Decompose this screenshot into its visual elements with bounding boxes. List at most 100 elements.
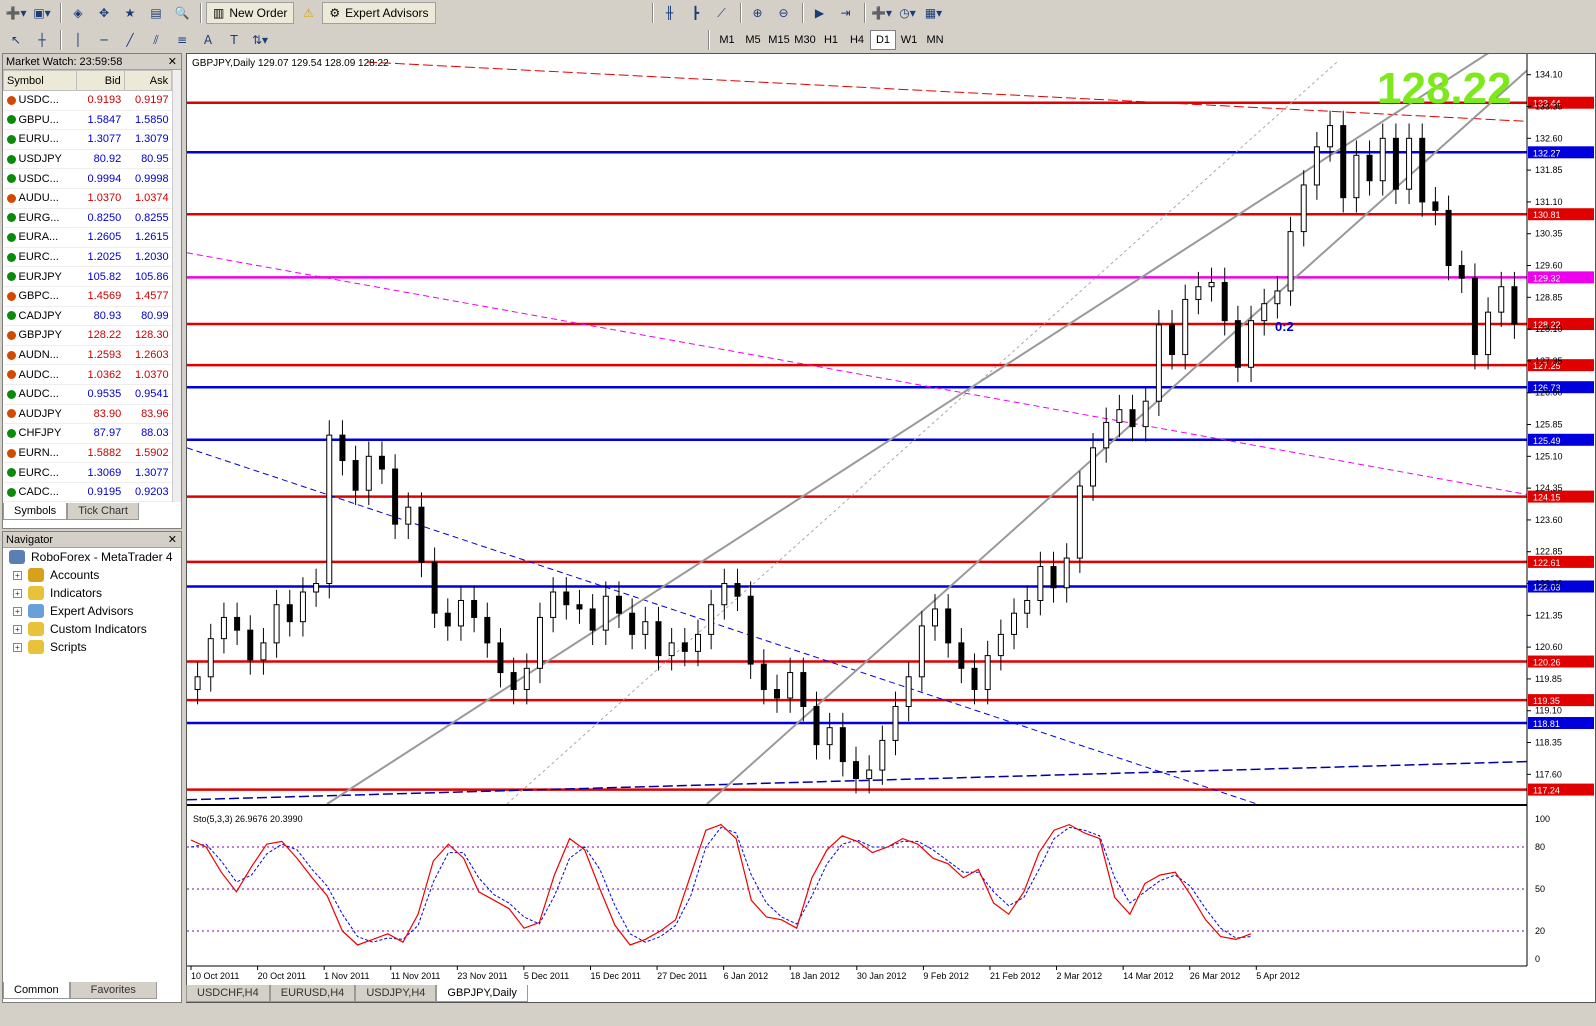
new-order-icon: ▥ xyxy=(213,6,225,20)
tf-m1[interactable]: M1 xyxy=(714,30,740,50)
chart-window[interactable]: 133.44 132.27 130.81 129.32 128.22 127.25 126.… xyxy=(186,53,1596,1003)
crosshair-icon[interactable]: ┼ xyxy=(30,29,54,51)
trendline-icon[interactable]: ╱ xyxy=(118,29,142,51)
market-watch-row[interactable]: EURN... 1.5882 1.5902 xyxy=(3,443,172,464)
market-watch-scrollbar[interactable] xyxy=(172,70,181,503)
symbol-cell: GBPJPY xyxy=(3,325,77,346)
tf-d1[interactable]: D1 xyxy=(870,30,896,50)
expand-icon[interactable]: + xyxy=(13,570,22,580)
text-label-icon[interactable]: T xyxy=(222,29,246,51)
market-watch-row[interactable]: EURC... 1.2025 1.2030 xyxy=(3,247,172,268)
indicators-icon[interactable]: ➕▾ xyxy=(870,2,894,24)
market-watch-row[interactable]: CADC... 0.9195 0.9203 xyxy=(3,482,172,503)
col-ask[interactable]: Ask xyxy=(123,70,173,91)
market-watch-row[interactable]: EURG... 0.8250 0.8255 xyxy=(3,208,172,229)
x-tick-label: 6 Jan 2012 xyxy=(724,971,769,981)
tab-tick-chart[interactable]: Tick Chart xyxy=(67,503,139,520)
chart-shift-icon[interactable]: ⇥ xyxy=(834,2,858,24)
tf-m15[interactable]: M15 xyxy=(766,30,792,50)
market-watch-row[interactable]: GBPU... 1.5847 1.5850 xyxy=(3,110,172,131)
strategy-tester-icon[interactable]: 🔍 xyxy=(170,2,194,24)
market-watch-icon[interactable]: ◈ xyxy=(66,2,90,24)
chart-tab-usdjpy[interactable]: USDJPY,H4 xyxy=(355,985,437,1002)
profiles-icon[interactable]: ▣▾ xyxy=(30,2,54,24)
candle-body xyxy=(378,455,385,470)
market-watch-row[interactable]: AUDC... 1.0362 1.0370 xyxy=(3,364,172,385)
periods-icon[interactable]: ◷▾ xyxy=(896,2,920,24)
market-watch-row[interactable]: EURU... 1.3077 1.3079 xyxy=(3,129,172,150)
candle-body xyxy=(444,612,451,627)
equidistant-channel-icon[interactable]: ⫽ xyxy=(144,29,168,51)
nav-root[interactable]: RoboForex - MetaTrader 4 xyxy=(3,548,181,566)
close-icon[interactable]: ✕ xyxy=(168,532,177,548)
new-chart-icon[interactable]: ➕▾ xyxy=(4,2,28,24)
ask-cell: 80.99 xyxy=(124,306,172,327)
tab-symbols[interactable]: Symbols xyxy=(3,503,68,520)
tab-favorites[interactable]: Favorites xyxy=(69,982,157,999)
market-watch-row[interactable]: AUDC... 0.9535 0.9541 xyxy=(3,384,172,405)
market-watch-row[interactable]: CADJPY 80.93 80.99 xyxy=(3,306,172,327)
price-chart[interactable]: 133.44132.27130.81129.32128.22127.25126.… xyxy=(187,54,1595,984)
vertical-line-icon[interactable]: │ xyxy=(66,29,90,51)
expand-icon[interactable]: + xyxy=(13,588,22,598)
market-watch-row[interactable]: AUDN... 1.2593 1.2603 xyxy=(3,345,172,366)
y-tick-label: 131.85 xyxy=(1535,165,1563,175)
line-chart-icon[interactable]: ⟋ xyxy=(710,2,734,24)
market-watch-row[interactable]: GBPJPY 128.22 128.30 xyxy=(3,325,172,346)
navigator-icon[interactable]: ★ xyxy=(118,2,142,24)
candle-body xyxy=(1432,201,1439,211)
data-window-icon[interactable]: ✥ xyxy=(92,2,116,24)
market-watch-row[interactable]: EURC... 1.3069 1.3077 xyxy=(3,462,172,483)
templates-icon[interactable]: ▦▾ xyxy=(922,2,946,24)
tf-m5[interactable]: M5 xyxy=(740,30,766,50)
autoscroll-icon[interactable]: ▶ xyxy=(808,2,832,24)
market-watch-row[interactable]: USDC... 0.9193 0.9197 xyxy=(3,90,172,111)
chart-tab-usdchf[interactable]: USDCHF,H4 xyxy=(186,985,270,1002)
y-tick-label: 118.35 xyxy=(1535,738,1562,748)
market-watch-row[interactable]: AUDU... 1.0370 1.0374 xyxy=(3,188,172,209)
nav-expert-advisors[interactable]: + Expert Advisors xyxy=(3,602,181,620)
expand-icon[interactable]: + xyxy=(13,642,22,652)
fibonacci-icon[interactable]: ≡ xyxy=(170,29,194,51)
tf-h4[interactable]: H4 xyxy=(844,30,870,50)
zoom-out-icon[interactable]: ⊖ xyxy=(772,2,796,24)
terminal-icon[interactable]: ▤ xyxy=(144,2,168,24)
market-watch-row[interactable]: USDC... 0.9994 0.9998 xyxy=(3,168,172,189)
nav-scripts[interactable]: + Scripts xyxy=(3,638,181,656)
text-icon[interactable]: A xyxy=(196,29,220,51)
symbol-cell: AUDN... xyxy=(3,345,77,366)
nav-custom-indicators[interactable]: + Custom Indicators xyxy=(3,620,181,638)
tf-w1[interactable]: W1 xyxy=(896,30,922,50)
nav-indicators[interactable]: + Indicators xyxy=(3,584,181,602)
horizontal-line-icon[interactable]: ─ xyxy=(92,29,116,51)
candle-body xyxy=(457,599,464,627)
nav-accounts[interactable]: + Accounts xyxy=(3,566,181,584)
chart-tab-gbpjpy[interactable]: GBPJPY,Daily xyxy=(436,985,528,1002)
market-watch-row[interactable]: USDJPY 80.92 80.95 xyxy=(3,149,172,170)
market-watch-row[interactable]: GBPC... 1.4569 1.4577 xyxy=(3,286,172,307)
market-watch-row[interactable]: CHFJPY 87.97 88.03 xyxy=(3,423,172,444)
tf-mn[interactable]: MN xyxy=(922,30,948,50)
expand-icon[interactable]: + xyxy=(13,606,22,616)
metaeditor-icon[interactable]: ⚠ xyxy=(296,2,320,24)
arrows-icon[interactable]: ⇅▾ xyxy=(248,29,272,51)
close-icon[interactable]: ✕ xyxy=(168,54,177,70)
zoom-in-icon[interactable]: ⊕ xyxy=(746,2,770,24)
tab-common[interactable]: Common xyxy=(3,982,70,999)
market-watch-row[interactable]: AUDJPY 83.90 83.96 xyxy=(3,404,172,425)
candlestick-icon[interactable]: ┣ xyxy=(684,2,708,24)
market-watch-row[interactable]: EURJPY 105.82 105.86 xyxy=(3,266,172,287)
arrow-up-icon xyxy=(6,233,16,243)
tf-h1[interactable]: H1 xyxy=(818,30,844,50)
market-watch-row[interactable]: EURA... 1.2605 1.2615 xyxy=(3,227,172,248)
candle-body xyxy=(945,608,952,644)
chart-tab-eurusd[interactable]: EURUSD,H4 xyxy=(269,985,356,1002)
col-symbol[interactable]: Symbol xyxy=(2,70,78,91)
col-bid[interactable]: Bid xyxy=(76,70,125,91)
tf-m30[interactable]: M30 xyxy=(792,30,818,50)
new-order-button[interactable]: ▥ New Order xyxy=(206,2,295,24)
expand-icon[interactable]: + xyxy=(13,624,22,634)
cursor-icon[interactable]: ↖ xyxy=(4,29,28,51)
expert-advisors-button[interactable]: ⚙ Expert Advisors xyxy=(322,2,436,24)
bar-chart-icon[interactable]: ╫ xyxy=(658,2,682,24)
